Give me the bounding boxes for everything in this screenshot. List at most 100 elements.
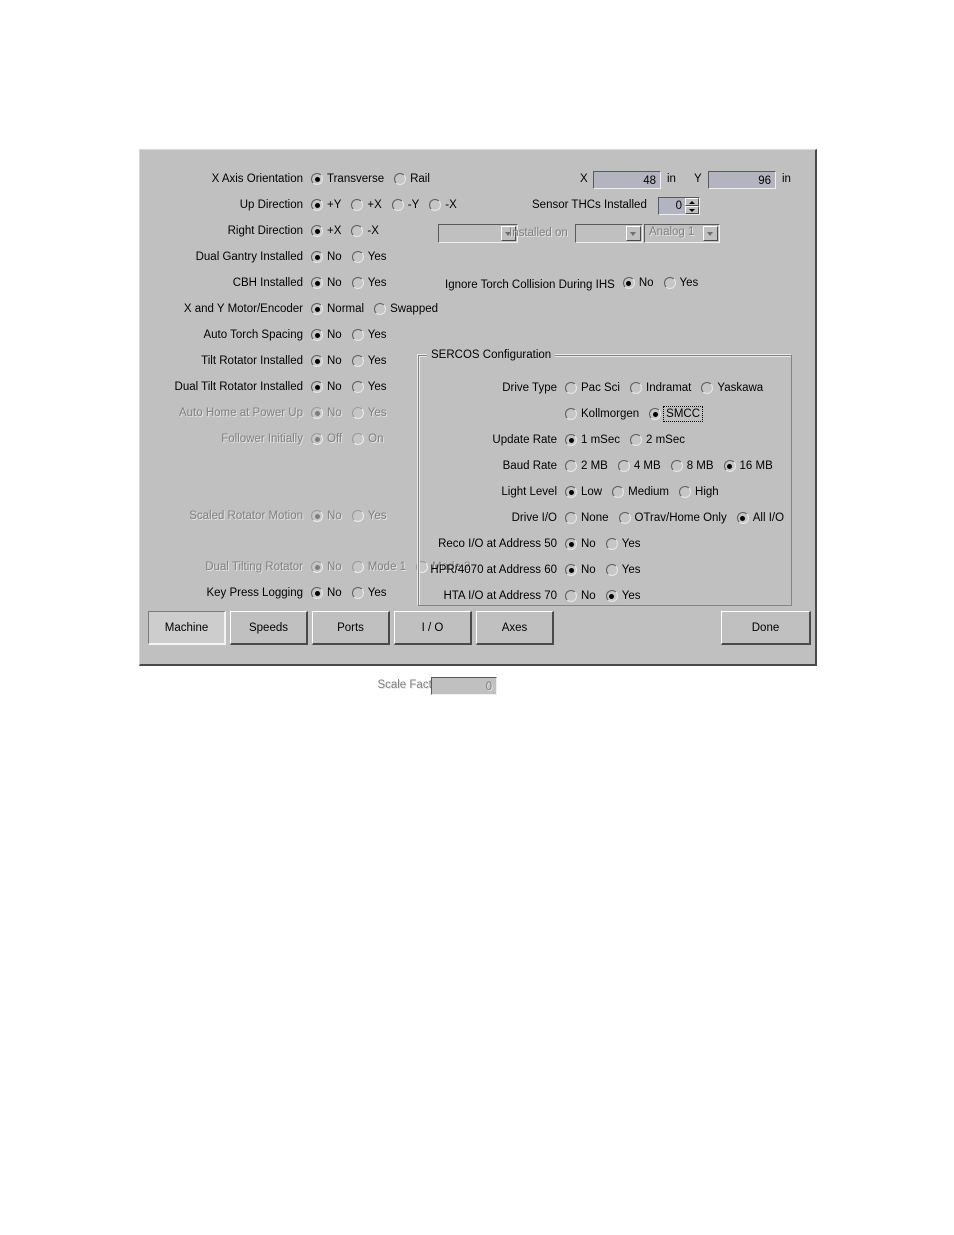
scale-factor-input[interactable]: 0 [431, 677, 497, 695]
key-press-logging-option-1[interactable]: Yes [351, 587, 386, 599]
table-size-x-input[interactable]: 48 [593, 171, 661, 189]
key-press-logging-option-0[interactable]: No [311, 587, 352, 599]
radio-icon[interactable] [617, 460, 630, 472]
spinner-up-icon[interactable] [685, 198, 699, 206]
radio-icon[interactable] [311, 199, 323, 211]
auto-torch-spacing-option-0[interactable]: No [311, 329, 352, 341]
sercos-update-rate-option-1[interactable]: 2 mSec [630, 434, 685, 446]
sercos-drive-i-o-option-2[interactable]: All I/O [736, 512, 784, 524]
sercos-baud-rate-option-3[interactable]: 16 MB [723, 460, 773, 472]
x-and-y-motor-encoder-option-1[interactable]: Swapped [374, 303, 438, 315]
x-axis-orientation-option-1[interactable]: Rail [394, 173, 430, 185]
tab-i-o[interactable]: I / O [394, 611, 472, 645]
radio-icon[interactable] [352, 433, 365, 445]
radio-icon[interactable] [311, 329, 323, 341]
radio-icon[interactable] [605, 538, 618, 550]
installed-on-combo[interactable] [575, 224, 643, 243]
radio-icon[interactable] [605, 590, 618, 602]
radio-icon[interactable] [679, 486, 692, 498]
radio-icon[interactable] [311, 433, 323, 445]
sercos-drive-type-option-1[interactable]: Indramat [630, 382, 701, 394]
radio-icon[interactable] [605, 564, 618, 576]
radio-icon[interactable] [649, 408, 662, 420]
dual-tilting-rotator-option-0[interactable]: No [311, 561, 352, 573]
sensor-type-combo[interactable] [438, 224, 518, 243]
up-direction-option-0[interactable]: +Y [311, 199, 351, 211]
sercos-light-level-option-2[interactable]: High [679, 486, 719, 498]
radio-icon[interactable] [311, 381, 323, 393]
sercos-drive-type-row2-option-1[interactable]: SMCC [649, 406, 704, 422]
radio-icon[interactable] [351, 277, 364, 289]
radio-icon[interactable] [311, 561, 323, 573]
tab-ports[interactable]: Ports [312, 611, 390, 645]
radio-icon[interactable] [311, 173, 323, 185]
sercos-drive-type-row2-option-0[interactable]: Kollmorgen [565, 408, 649, 420]
radio-icon[interactable] [351, 587, 364, 599]
dual-tilting-rotator-option-1[interactable]: Mode 1 [351, 561, 416, 573]
analog-combo[interactable]: Analog 1 [644, 224, 720, 243]
radio-icon[interactable] [311, 225, 323, 237]
done-button[interactable]: Done [721, 611, 811, 645]
cbh-installed-option-1[interactable]: Yes [351, 277, 386, 289]
up-direction-option-3[interactable]: -X [429, 199, 457, 211]
radio-icon[interactable] [612, 486, 625, 498]
radio-icon[interactable] [351, 355, 364, 367]
sercos-update-rate-option-0[interactable]: 1 mSec [565, 434, 630, 446]
dual-gantry-installed-option-1[interactable]: Yes [351, 251, 386, 263]
radio-icon[interactable] [701, 382, 714, 394]
radio-icon[interactable] [351, 329, 364, 341]
auto-home-at-power-up-option-1[interactable]: Yes [351, 407, 386, 419]
sercos-drive-i-o-option-1[interactable]: OTrav/Home Only [618, 512, 737, 524]
x-axis-orientation-option-0[interactable]: Transverse [311, 173, 394, 185]
auto-home-at-power-up-option-0[interactable]: No [311, 407, 352, 419]
right-direction-option-0[interactable]: +X [311, 225, 351, 237]
chevron-down-icon[interactable] [703, 226, 718, 241]
radio-icon[interactable] [311, 251, 323, 263]
radio-icon[interactable] [565, 590, 577, 602]
scaled-rotator-motion-option-0[interactable]: No [311, 510, 352, 522]
sercos-drive-type-option-2[interactable]: Yaskawa [701, 382, 763, 394]
radio-icon[interactable] [565, 408, 577, 420]
sercos-baud-rate-option-2[interactable]: 8 MB [670, 460, 724, 472]
sercos-reco-i-o-at-address-50-option-0[interactable]: No [565, 538, 606, 550]
radio-icon[interactable] [663, 277, 676, 289]
radio-icon[interactable] [311, 355, 323, 367]
radio-icon[interactable] [736, 512, 749, 524]
radio-icon[interactable] [565, 382, 577, 394]
follower-initially-option-1[interactable]: On [352, 433, 383, 445]
radio-icon[interactable] [391, 199, 404, 211]
radio-icon[interactable] [723, 460, 736, 472]
ignore-collision-option-0[interactable]: No [622, 277, 664, 289]
auto-torch-spacing-option-1[interactable]: Yes [351, 329, 386, 341]
radio-icon[interactable] [622, 277, 635, 289]
dual-tilt-rotator-installed-option-1[interactable]: Yes [351, 381, 386, 393]
tab-machine[interactable]: Machine [148, 611, 226, 645]
table-size-y-input[interactable]: 96 [708, 171, 776, 189]
sercos-hpr-4070-at-address-60-option-1[interactable]: Yes [605, 564, 640, 576]
radio-icon[interactable] [630, 382, 642, 394]
spinner-down-icon[interactable] [685, 206, 699, 214]
sercos-hta-i-o-at-address-70-option-1[interactable]: Yes [605, 590, 640, 602]
radio-icon[interactable] [565, 564, 577, 576]
radio-icon[interactable] [374, 303, 387, 315]
radio-icon[interactable] [565, 538, 577, 550]
ignore-collision-option-1[interactable]: Yes [663, 277, 698, 289]
radio-icon[interactable] [311, 277, 323, 289]
radio-icon[interactable] [351, 510, 364, 522]
radio-icon[interactable] [565, 460, 577, 472]
radio-icon[interactable] [394, 173, 407, 185]
tab-speeds[interactable]: Speeds [230, 611, 308, 645]
tab-axes[interactable]: Axes [476, 611, 554, 645]
sercos-light-level-option-0[interactable]: Low [565, 486, 612, 498]
radio-icon[interactable] [565, 434, 577, 446]
radio-icon[interactable] [311, 407, 323, 419]
radio-icon[interactable] [351, 381, 364, 393]
radio-icon[interactable] [311, 510, 323, 522]
chevron-down-icon[interactable] [626, 226, 641, 241]
radio-icon[interactable] [429, 199, 442, 211]
radio-icon[interactable] [565, 512, 577, 524]
sercos-hpr-4070-at-address-60-option-0[interactable]: No [565, 564, 606, 576]
sercos-drive-type-option-0[interactable]: Pac Sci [565, 382, 630, 394]
radio-icon[interactable] [618, 512, 631, 524]
radio-icon[interactable] [351, 199, 364, 211]
